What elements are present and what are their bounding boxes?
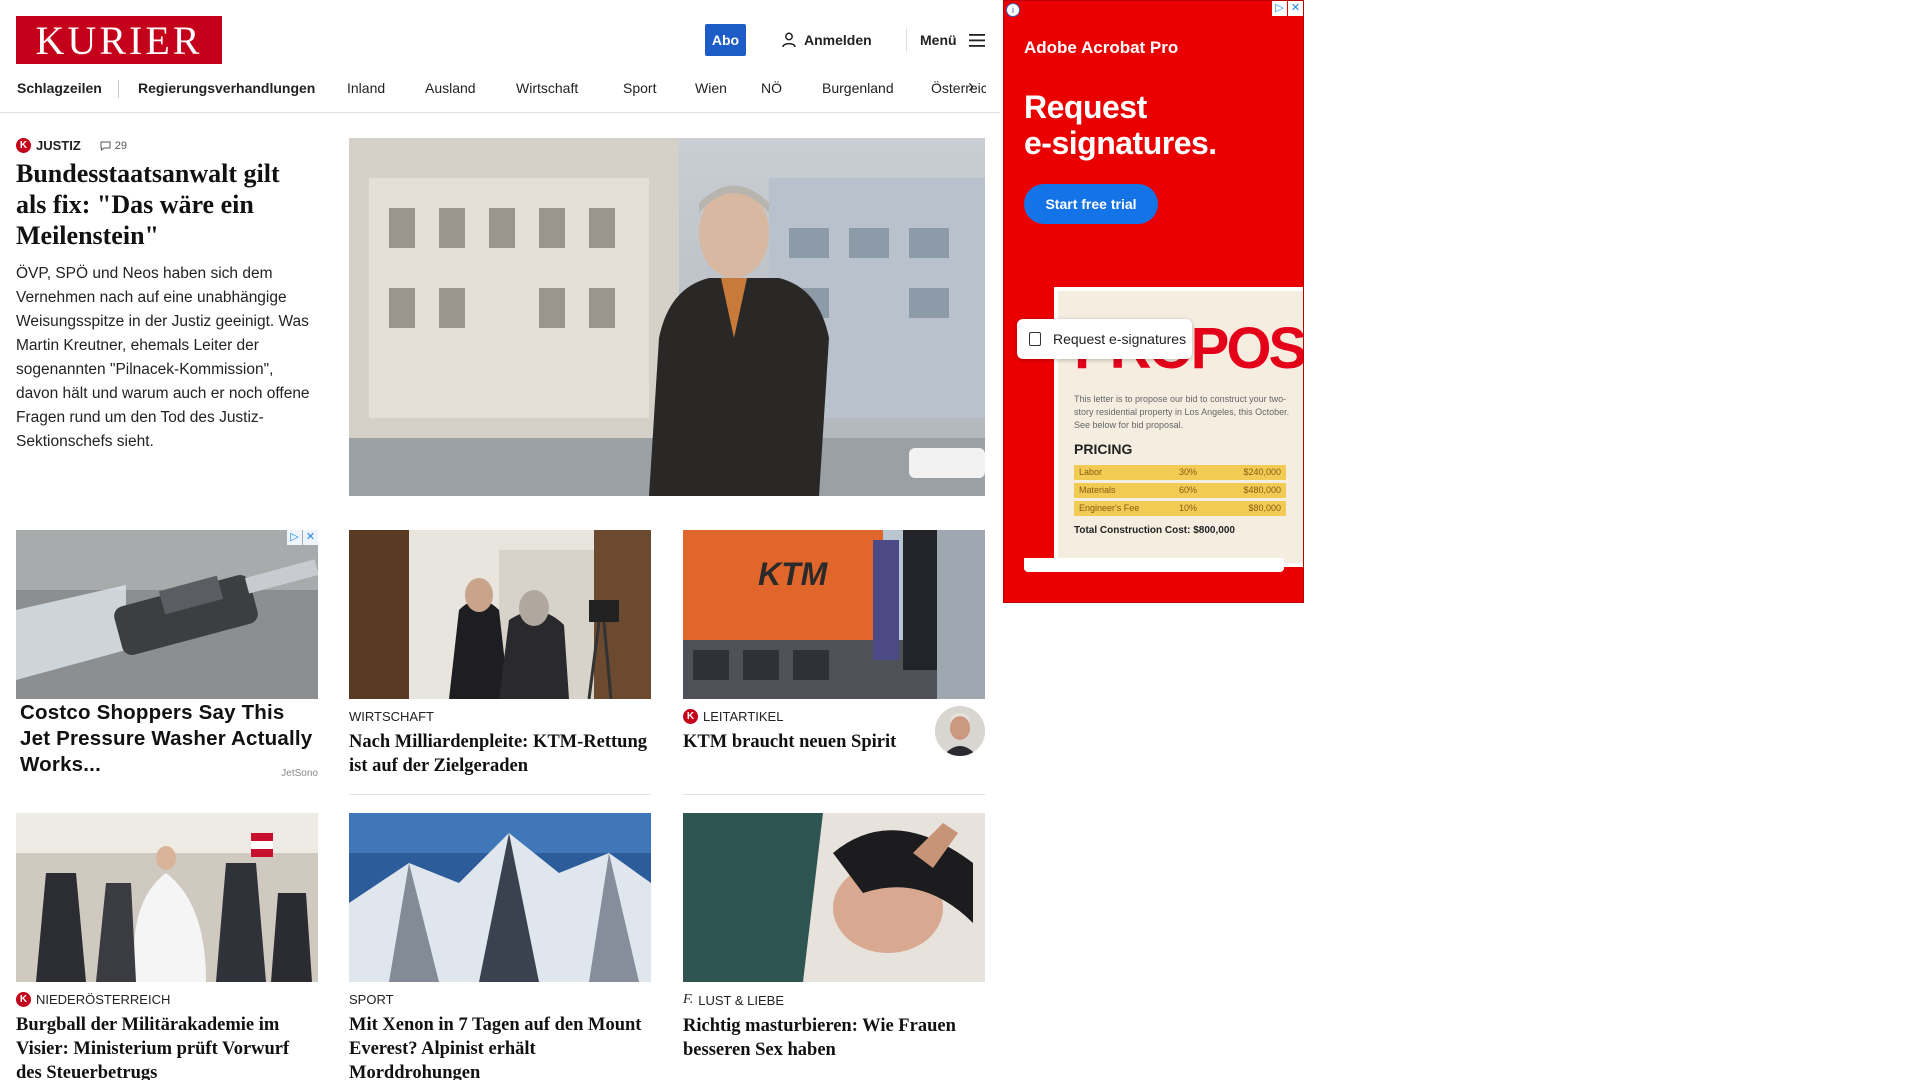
login-button[interactable]: Anmelden <box>782 30 872 50</box>
pricing-row: Labor 30% $240,000 <box>1074 465 1286 480</box>
category-label: WIRTSCHAFT <box>349 709 434 724</box>
nav-divider <box>118 80 119 98</box>
adobe-display-ad[interactable]: i ▷ ✕ Adobe Acrobat Pro Request e-signat… <box>1003 0 1304 603</box>
nav-item-sport[interactable]: Sport <box>623 80 656 96</box>
category-label: NIEDERÖSTERREICH <box>36 992 171 1007</box>
section-nav: Schlagzeilen Regierungsverhandlungen Inl… <box>16 78 986 100</box>
article-image[interactable] <box>349 530 651 699</box>
category-label: SPORT <box>349 992 394 1007</box>
article-headline[interactable]: Mit Xenon in 7 Tagen auf den Mount Evere… <box>349 1013 651 1080</box>
svg-text:KTM: KTM <box>758 556 829 592</box>
kurier-k-icon: K <box>683 709 698 724</box>
ad-info-icon[interactable]: i <box>1006 3 1020 17</box>
ad-choices[interactable]: ▷ ✕ <box>287 530 318 545</box>
pricing-item: Materials <box>1079 485 1116 495</box>
header-rule <box>0 112 1000 113</box>
lead-category[interactable]: K JUSTIZ 29 <box>16 138 127 153</box>
pricing-pct: 30% <box>1179 467 1198 477</box>
request-esignatures-chip: Request e-signatures <box>1017 319 1192 359</box>
lust-liebe-icon: f. <box>683 992 694 1007</box>
ad-headline-line-1: Request <box>1024 89 1147 125</box>
pricing-item: Labor <box>1079 467 1103 477</box>
article-image[interactable] <box>16 813 318 982</box>
header-divider <box>906 28 907 52</box>
article-card-everest[interactable]: SPORT Mit Xenon in 7 Tagen auf den Mount… <box>349 813 651 1080</box>
lead-image[interactable] <box>349 138 985 496</box>
nav-item-inland[interactable]: Inland <box>347 80 385 96</box>
nav-item-regierungsverhandlungen[interactable]: Regierungsverhandlungen <box>138 80 315 96</box>
category-label: LUST & LIEBE <box>698 992 784 1008</box>
comment-icon <box>100 141 111 151</box>
kurier-k-icon: K <box>16 138 31 153</box>
abo-button[interactable]: Abo <box>705 24 746 56</box>
article-headline[interactable]: KTM braucht neuen Spirit <box>683 730 913 754</box>
pricing-amount: $240,000 <box>1243 467 1281 477</box>
doc-total: Total Construction Cost: $800,000 <box>1074 525 1235 536</box>
pricing-row: Engineer's Fee 10% $80,000 <box>1074 501 1286 516</box>
ad-headline: Request e-signatures. <box>1024 89 1217 161</box>
article-card-burgball[interactable]: K NIEDERÖSTERREICH Burgball der Militära… <box>16 813 318 1080</box>
nav-item-wirtschaft[interactable]: Wirtschaft <box>516 80 578 96</box>
article-image[interactable] <box>683 813 985 982</box>
native-ad-card[interactable]: ▷ ✕ Costco Shoppers Say This Jet Pressur… <box>16 530 318 784</box>
article-category[interactable]: f. LUST & LIEBE <box>683 992 985 1008</box>
native-ad-source: JetSono <box>281 768 318 779</box>
close-ad-icon[interactable]: ✕ <box>1288 1 1303 16</box>
login-label: Anmelden <box>804 32 872 48</box>
article-image[interactable]: KTM <box>683 530 985 699</box>
nav-item-wien[interactable]: Wien <box>695 80 727 96</box>
user-icon <box>782 32 796 48</box>
nav-item-oesterreich[interactable]: Österreich <box>931 80 986 96</box>
article-headline[interactable]: Nach Milliardenpleite: KTM-Rettung ist a… <box>349 730 651 778</box>
article-category[interactable]: SPORT <box>349 992 651 1007</box>
card-divider <box>683 794 985 795</box>
doc-text: This letter is to propose our bid to con… <box>1074 394 1290 430</box>
article-card-lust-liebe[interactable]: f. LUST & LIEBE Richtig masturbieren: Wi… <box>683 813 985 1062</box>
document-icon <box>1029 332 1041 346</box>
kurier-k-icon: K <box>16 992 31 1007</box>
pricing-amount: $80,000 <box>1248 503 1281 513</box>
card-divider <box>349 794 651 795</box>
start-free-trial-button[interactable]: Start free trial <box>1024 184 1158 224</box>
article-headline[interactable]: Burgball der Militärakademie im Visier: … <box>16 1013 318 1080</box>
hamburger-icon <box>968 33 985 47</box>
category-label: LEITARTIKEL <box>703 709 784 724</box>
lead-headline[interactable]: Bundesstaatsanwalt gilt als fix: "Das wä… <box>16 158 316 251</box>
article-card-ktm-rettung[interactable]: WIRTSCHAFT Nach Milliardenpleite: KTM-Re… <box>349 530 651 795</box>
article-category[interactable]: WIRTSCHAFT <box>349 709 651 724</box>
pricing-row: Materials 60% $480,000 <box>1074 483 1286 498</box>
nav-item-burgenland[interactable]: Burgenland <box>822 80 894 96</box>
ad-headline-line-2: e-signatures. <box>1024 125 1217 161</box>
lead-category-label: JUSTIZ <box>36 138 81 153</box>
doc-pricing-heading: PRICING <box>1074 441 1133 457</box>
kurier-logo[interactable]: KURIER <box>16 16 222 64</box>
adchoices-icon[interactable]: ▷ <box>287 530 302 545</box>
author-avatar[interactable] <box>935 706 985 756</box>
ad-brand: Adobe Acrobat Pro <box>1024 38 1179 57</box>
nav-item-schlagzeilen[interactable]: Schlagzeilen <box>17 80 102 96</box>
pricing-amount: $480,000 <box>1243 485 1281 495</box>
nav-item-noe[interactable]: NÖ <box>761 80 782 96</box>
chip-label: Request e-signatures <box>1053 331 1187 347</box>
close-ad-icon[interactable]: ✕ <box>303 530 318 545</box>
article-headline[interactable]: Richtig masturbieren: Wie Frauen bessere… <box>683 1014 985 1062</box>
ad-bottom-bar <box>1024 558 1284 572</box>
article-category[interactable]: K NIEDERÖSTERREICH <box>16 992 318 1007</box>
pricing-item: Engineer's Fee <box>1079 503 1140 513</box>
comment-count-value: 29 <box>114 139 128 152</box>
pricing-pct: 60% <box>1179 485 1198 495</box>
nav-item-ausland[interactable]: Ausland <box>425 80 476 96</box>
pricing-pct: 10% <box>1179 503 1198 513</box>
lead-teaser[interactable]: ÖVP, SPÖ und Neos haben sich dem Vernehm… <box>16 262 316 454</box>
nav-scroll-right-icon[interactable]: › <box>968 76 974 97</box>
native-ad-image[interactable]: ▷ ✕ <box>16 530 318 699</box>
native-ad-title[interactable]: Costco Shoppers Say This Jet Pressure Wa… <box>20 700 315 778</box>
ad-choices[interactable]: ▷ ✕ <box>1272 1 1303 16</box>
adchoices-icon[interactable]: ▷ <box>1272 1 1287 16</box>
menu-button[interactable]: Menü <box>920 30 985 50</box>
comment-count[interactable]: 29 <box>100 140 127 152</box>
menu-label: Menü <box>920 32 957 48</box>
article-image[interactable] <box>349 813 651 982</box>
